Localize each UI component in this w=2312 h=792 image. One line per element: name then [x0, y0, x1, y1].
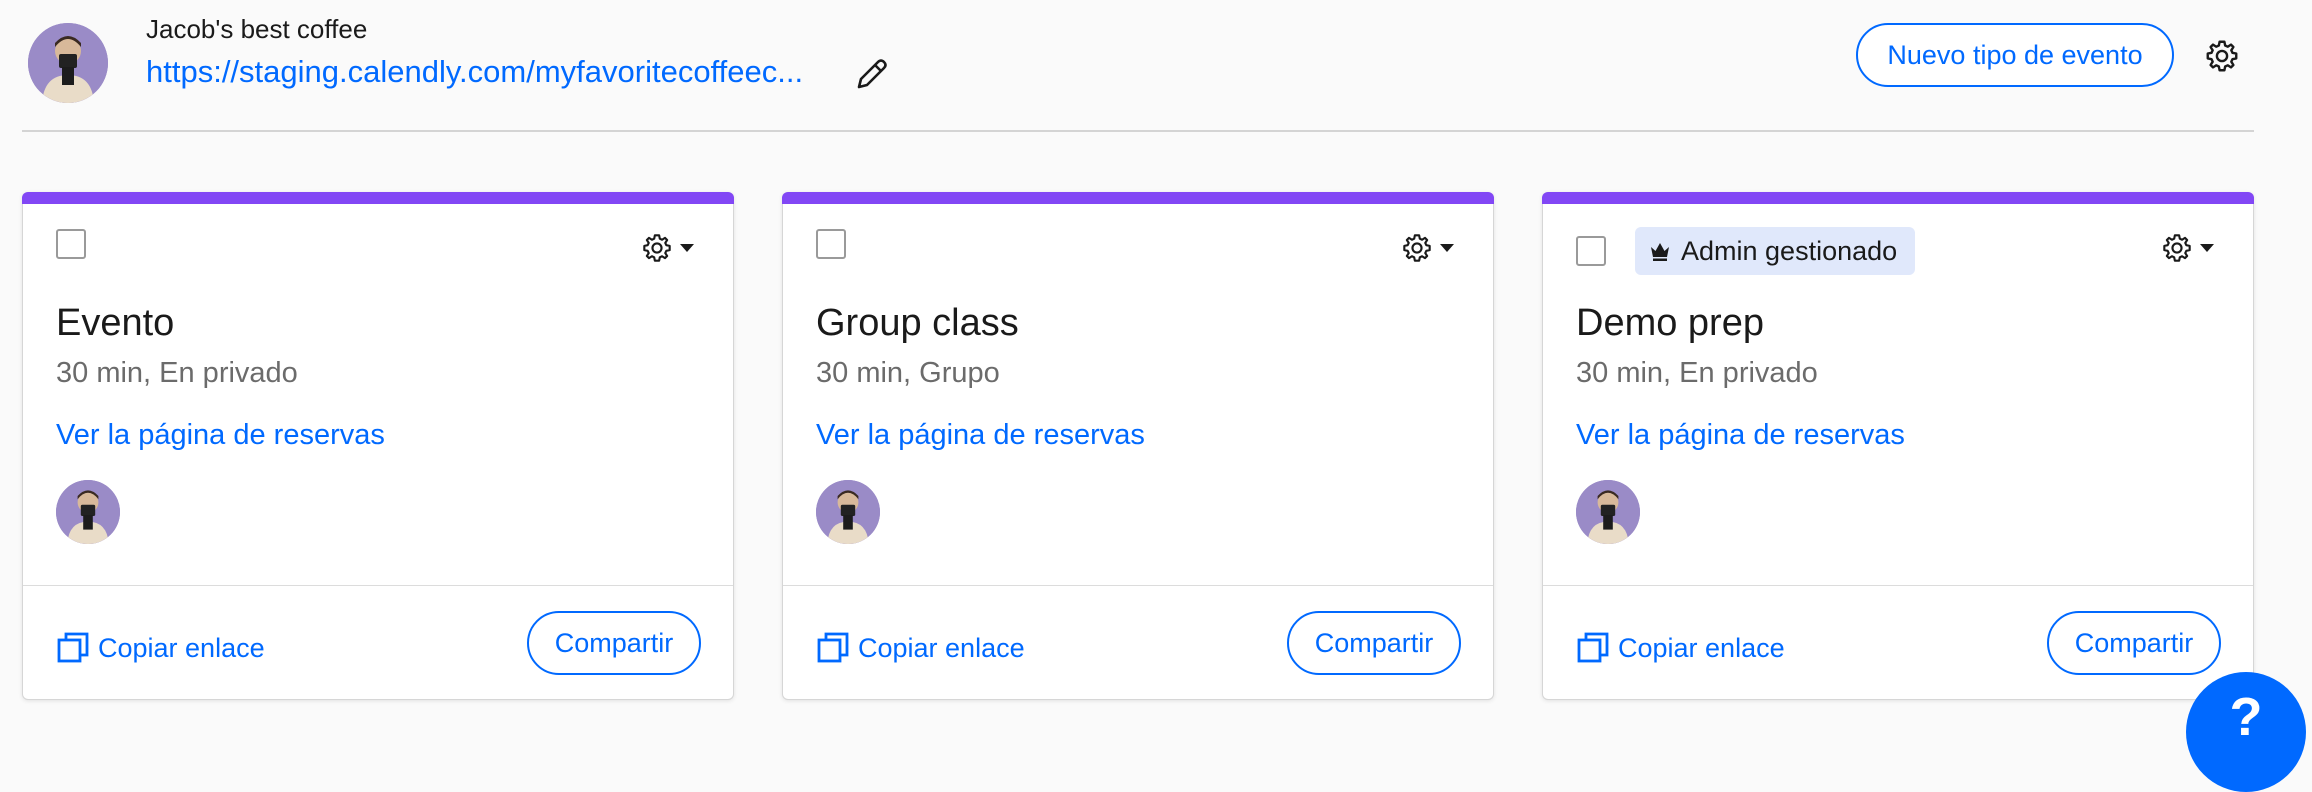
page-header: Jacob's best coffee https://staging.cale…: [0, 0, 2312, 132]
card-divider: [783, 585, 1493, 586]
event-type-card: Admin gestionado Demo prep 30 min, En pr…: [1542, 192, 2254, 700]
pencil-icon[interactable]: [852, 54, 892, 94]
gear-icon: [643, 234, 671, 262]
card-color-bar: [1542, 192, 2254, 204]
booking-page-link[interactable]: Ver la página de reservas: [1576, 419, 1905, 452]
copy-link-button[interactable]: Copiar enlace: [56, 628, 265, 668]
share-button[interactable]: Compartir: [1287, 611, 1461, 675]
card-divider: [1543, 585, 2253, 586]
gear-icon: [2163, 234, 2191, 262]
host-avatar: [1576, 480, 1640, 544]
event-title: Evento: [56, 302, 175, 344]
scheduling-link[interactable]: https://staging.calendly.com/myfavoritec…: [146, 54, 803, 90]
event-title: Demo prep: [1576, 302, 1764, 344]
event-title: Group class: [816, 302, 1019, 344]
copy-link-label: Copiar enlace: [1618, 632, 1785, 663]
help-icon[interactable]: ?: [2186, 672, 2306, 792]
card-settings-menu[interactable]: [1401, 228, 1463, 268]
gear-icon: [1403, 234, 1431, 262]
copy-icon: [817, 632, 849, 663]
header-divider: [22, 130, 2254, 132]
share-button[interactable]: Compartir: [2047, 611, 2221, 675]
caret-down-icon: [2200, 244, 2214, 252]
card-settings-menu[interactable]: [641, 228, 703, 268]
card-checkbox[interactable]: [1576, 236, 1606, 266]
event-type-card: Evento 30 min, En privado Ver la página …: [22, 192, 734, 700]
card-checkbox[interactable]: [816, 229, 846, 259]
new-event-type-button[interactable]: Nuevo tipo de evento: [1856, 23, 2174, 87]
gear-icon[interactable]: [2204, 38, 2240, 74]
admin-badge-label: Admin gestionado: [1681, 235, 1898, 266]
event-meta: 30 min, En privado: [56, 357, 298, 389]
card-color-bar: [22, 192, 734, 204]
copy-link-label: Copiar enlace: [98, 632, 265, 663]
copy-icon: [57, 632, 89, 663]
copy-link-button[interactable]: Copiar enlace: [1576, 628, 1785, 668]
copy-link-button[interactable]: Copiar enlace: [816, 628, 1025, 668]
caret-down-icon: [680, 244, 694, 252]
card-divider: [23, 585, 733, 586]
org-avatar: [28, 23, 108, 103]
event-meta: 30 min, En privado: [1576, 357, 1818, 389]
card-checkbox[interactable]: [56, 229, 86, 259]
booking-page-link[interactable]: Ver la página de reservas: [816, 419, 1145, 452]
host-avatar: [816, 480, 880, 544]
copy-icon: [1577, 632, 1609, 663]
booking-page-link[interactable]: Ver la página de reservas: [56, 419, 385, 452]
share-button[interactable]: Compartir: [527, 611, 701, 675]
copy-link-label: Copiar enlace: [858, 632, 1025, 663]
card-settings-menu[interactable]: [2161, 228, 2223, 268]
card-color-bar: [782, 192, 1494, 204]
org-name: Jacob's best coffee: [146, 14, 368, 44]
crown-icon: [1651, 243, 1669, 261]
admin-managed-badge: Admin gestionado: [1635, 227, 1916, 275]
event-type-card: Group class 30 min, Grupo Ver la página …: [782, 192, 1494, 700]
host-avatar: [56, 480, 120, 544]
event-meta: 30 min, Grupo: [816, 357, 1000, 389]
caret-down-icon: [1440, 244, 1454, 252]
